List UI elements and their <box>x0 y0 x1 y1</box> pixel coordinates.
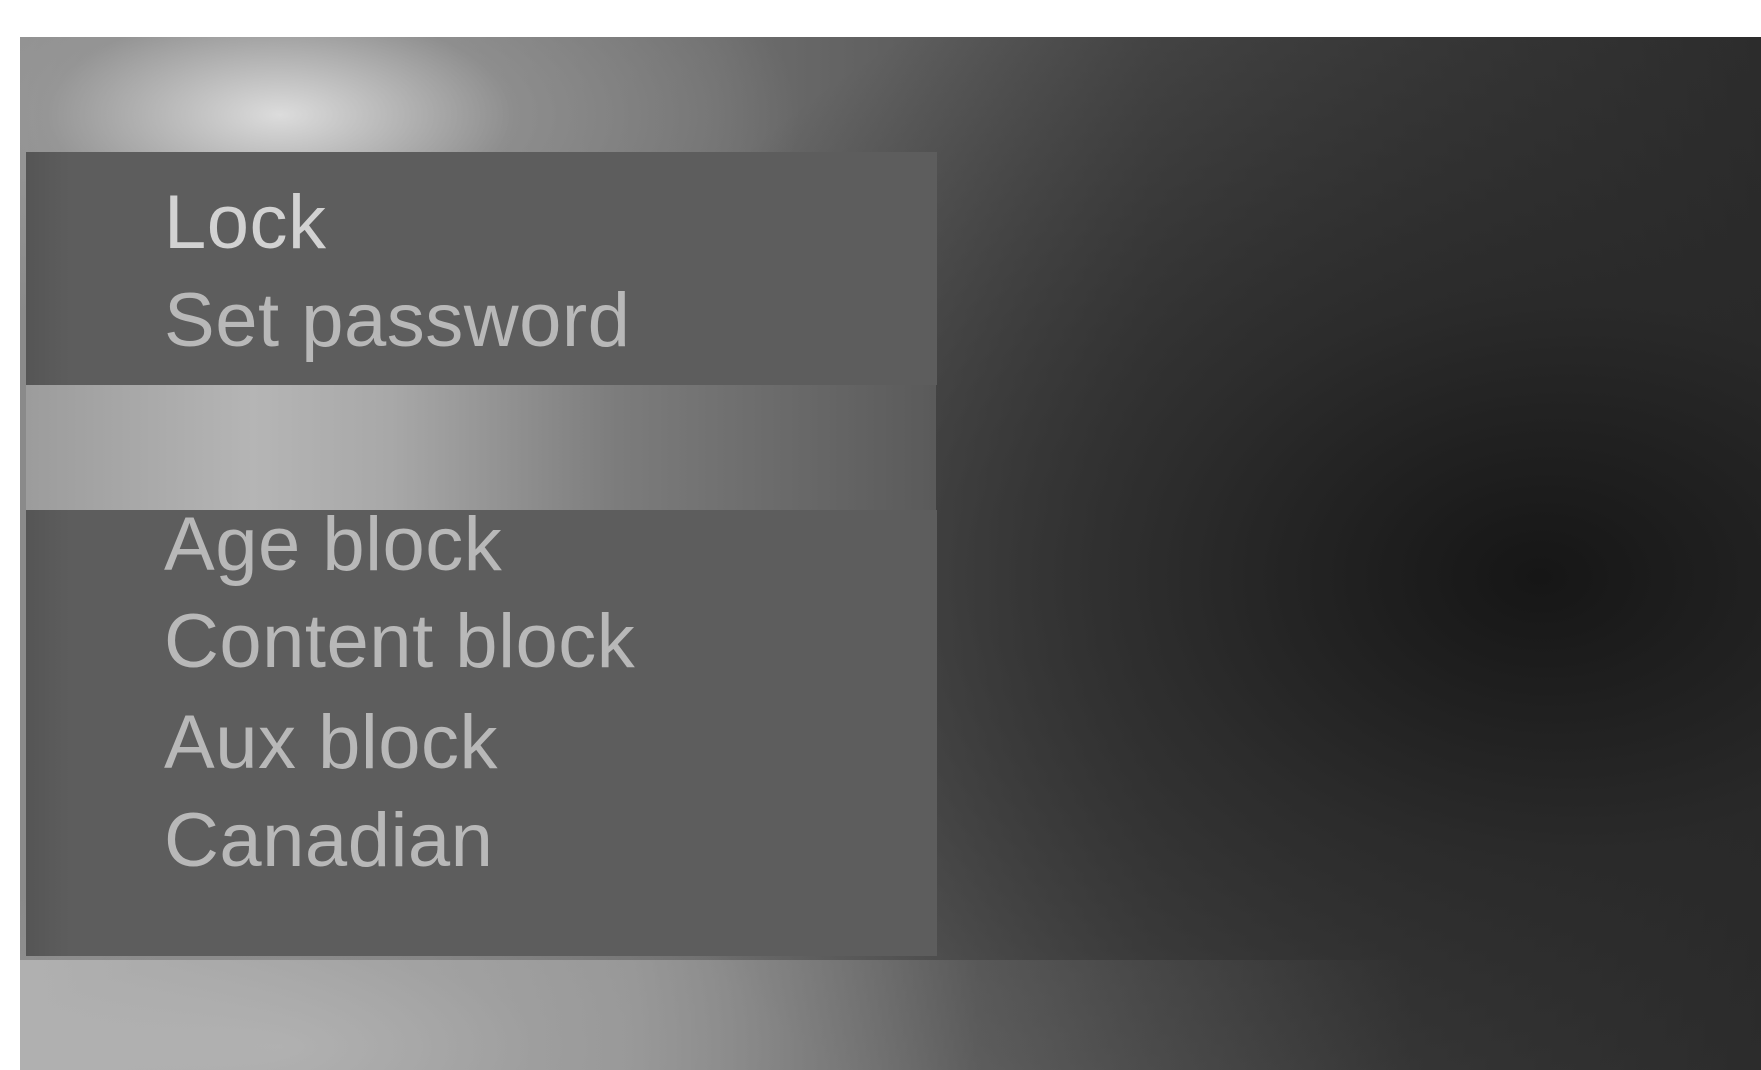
tv-screen: Lock Set password Age block Content bloc… <box>20 37 1761 1070</box>
menu-item-age-block[interactable]: Age block <box>164 507 502 583</box>
menu-item-aux-block[interactable]: Aux block <box>164 705 498 781</box>
screen-background-glow <box>20 960 1761 1070</box>
menu-item-content-block[interactable]: Content block <box>164 604 635 680</box>
menu-divider-band <box>26 385 936 510</box>
block-options-panel: Age block Content block Aux block Canadi… <box>26 507 937 956</box>
menu-item-canadian[interactable]: Canadian <box>164 803 493 879</box>
lock-menu-panel: Lock Set password <box>26 152 937 385</box>
menu-item-set-password[interactable]: Set password <box>164 283 630 359</box>
menu-item-lock[interactable]: Lock <box>164 185 327 261</box>
